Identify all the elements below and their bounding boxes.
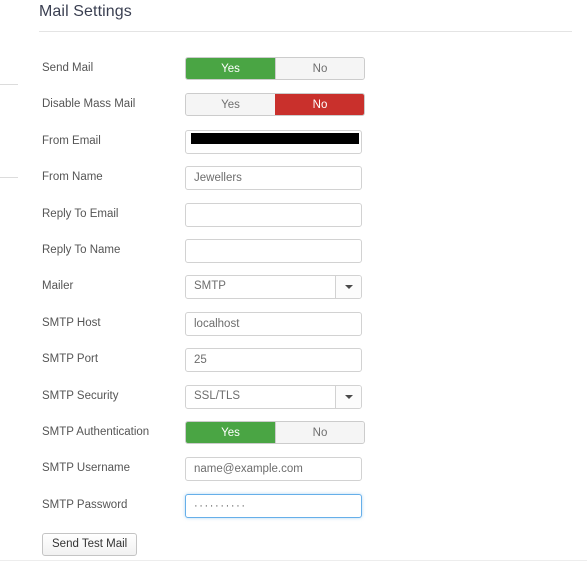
page-title: Mail Settings — [39, 3, 132, 20]
field-label: Disable Mass Mail — [42, 98, 136, 110]
form-row: SMTP Username — [0, 457, 587, 487]
input-smtp-port — [185, 348, 362, 372]
input-control-smtp-username[interactable] — [185, 457, 362, 481]
input-control-reply-to-email[interactable] — [185, 203, 362, 227]
input-control-reply-to-name[interactable] — [185, 239, 362, 263]
send-test-mail-button[interactable]: Send Test Mail — [42, 533, 138, 556]
field-label: SMTP Password — [42, 499, 128, 511]
title-divider — [39, 31, 572, 32]
field-label: Send Mail — [42, 62, 94, 74]
form-row: SMTP Password — [0, 494, 587, 524]
form-row: SMTP Port — [0, 348, 587, 378]
field-label: SMTP Security — [42, 390, 119, 402]
form-row: From Name — [0, 166, 587, 196]
field-label: From Email — [42, 135, 101, 147]
chevron-down-icon — [344, 395, 353, 399]
input-smtp-password — [185, 494, 362, 518]
form-row: Send Mail Yes No — [0, 57, 587, 87]
toggle-no-disable-mass-mail[interactable]: No — [275, 94, 364, 115]
field-label: SMTP Authentication — [42, 426, 150, 438]
input-from-name — [185, 166, 362, 190]
select-mailer: SMTP — [185, 275, 362, 299]
select-value-mailer: SMTP — [194, 280, 226, 292]
form-row: Reply To Email — [0, 203, 587, 233]
field-label: Reply To Email — [42, 208, 119, 220]
field-label: From Name — [42, 171, 103, 183]
field-label: SMTP Port — [42, 353, 99, 365]
input-reply-to-email — [185, 203, 362, 227]
form-row: SMTP Host — [0, 312, 587, 342]
toggle-smtp-authentication: Yes No — [185, 421, 365, 444]
field-label: Reply To Name — [42, 244, 121, 256]
input-reply-to-name — [185, 239, 362, 263]
toggle-no-smtp-authentication[interactable]: No — [275, 422, 364, 443]
toggle-group-send-mail: Yes No — [185, 57, 365, 81]
input-smtp-host — [185, 312, 362, 336]
field-label: Mailer — [42, 280, 74, 292]
toggle-group-disable-mass-mail: Yes No — [185, 93, 365, 117]
input-control-from-name[interactable] — [185, 166, 362, 190]
input-control-smtp-password[interactable] — [185, 494, 362, 518]
input-control-smtp-port[interactable] — [185, 348, 362, 372]
form-row: Reply To Name — [0, 239, 587, 269]
input-smtp-username — [185, 457, 362, 481]
mail-settings-panel: Mail Settings Send Mail Yes No Disable Mass… — [0, 0, 587, 565]
bottom-divider — [0, 560, 587, 561]
toggle-yes-smtp-authentication[interactable]: Yes — [186, 422, 275, 443]
toggle-yes-disable-mass-mail[interactable]: Yes — [186, 94, 275, 115]
form-row: SMTP Authentication Yes No — [0, 421, 587, 451]
toggle-yes-send-mail[interactable]: Yes — [186, 58, 275, 79]
chevron-down-icon — [344, 285, 353, 289]
field-label: SMTP Host — [42, 317, 101, 329]
form-row: Disable Mass Mail Yes No — [0, 93, 587, 123]
select-smtp-security: SSL/TLS — [185, 385, 362, 409]
select-toggle-button-smtp-security[interactable] — [335, 386, 361, 408]
field-label: SMTP Username — [42, 462, 130, 474]
input-control-smtp-host[interactable] — [185, 312, 362, 336]
redaction-overlay — [191, 133, 359, 144]
toggle-no-send-mail[interactable]: No — [275, 58, 364, 79]
select-value-smtp-security: SSL/TLS — [194, 390, 241, 402]
toggle-send-mail: Yes No — [185, 57, 365, 80]
form-row: From Email — [0, 130, 587, 160]
form-row: SMTP Security SSL/TLS — [0, 385, 587, 415]
select-control-smtp-security[interactable]: SSL/TLS — [185, 385, 362, 409]
toggle-disable-mass-mail: Yes No — [185, 93, 365, 116]
input-control-from-email[interactable] — [185, 130, 362, 154]
select-control-mailer[interactable]: SMTP — [185, 275, 362, 299]
input-from-email — [185, 130, 362, 154]
toggle-group-smtp-authentication: Yes No — [185, 421, 365, 445]
form-row: Mailer SMTP — [0, 275, 587, 305]
select-toggle-button-mailer[interactable] — [335, 276, 361, 298]
